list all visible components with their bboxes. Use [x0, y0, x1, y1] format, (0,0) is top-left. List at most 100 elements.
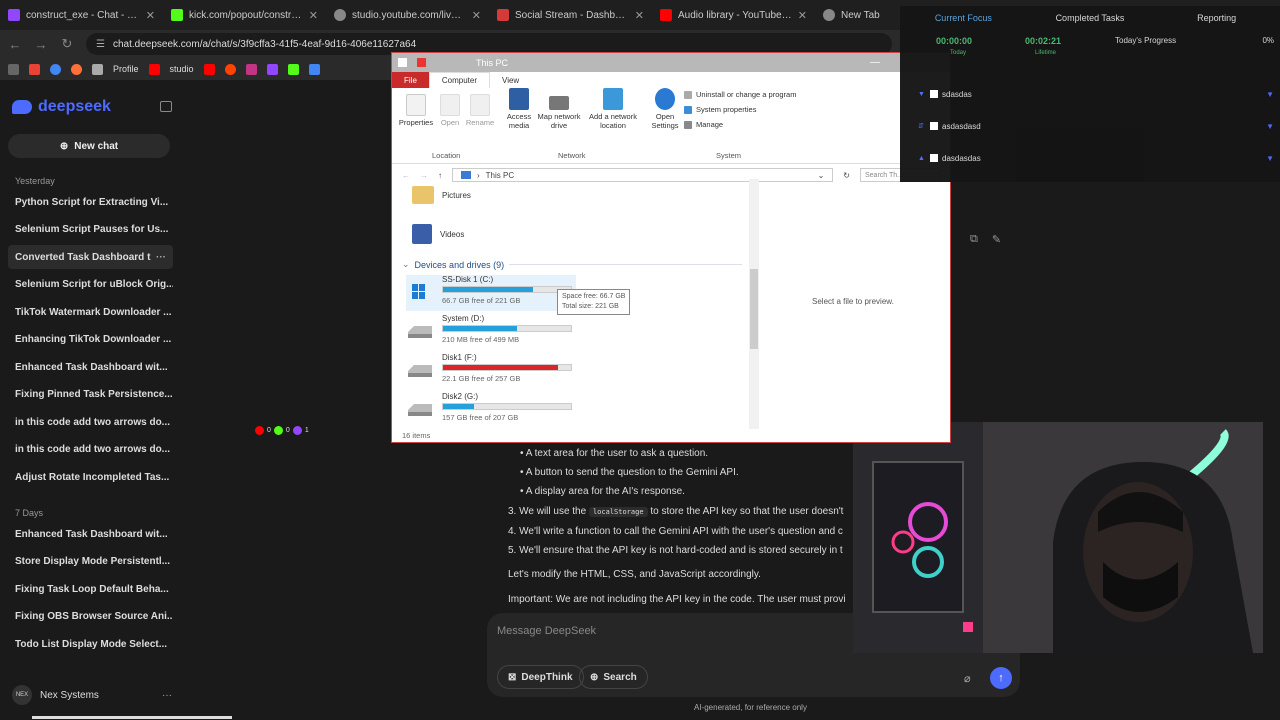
gmail-icon[interactable]: [29, 63, 40, 75]
chevron-down-icon[interactable]: ⌄: [818, 171, 825, 180]
history-item[interactable]: Selenium Script Pauses for Us...: [8, 217, 173, 241]
access-media-button[interactable]: Access media: [502, 88, 536, 130]
chevron-down-icon[interactable]: ▼: [1266, 154, 1274, 163]
uninstall-program-link[interactable]: Uninstall or change a program: [684, 90, 796, 99]
copy-icon[interactable]: ⧉: [970, 233, 978, 246]
history-item[interactable]: Adjust Rotate Incompleted Tas...: [8, 465, 173, 489]
twitch-icon[interactable]: [266, 63, 278, 75]
open-button[interactable]: Open: [438, 94, 462, 127]
move-arrows-icon[interactable]: ⇵: [918, 122, 926, 130]
deepthink-button[interactable]: ⊠ DeepThink: [497, 665, 584, 689]
drive-item[interactable]: Disk2 (G:) 157 GB free of 207 GB: [406, 392, 576, 428]
edit-icon[interactable]: ✎: [992, 233, 1001, 246]
chevron-down-icon[interactable]: ▼: [1266, 90, 1274, 99]
task-checkbox[interactable]: [930, 90, 938, 98]
site-info-icon[interactable]: ☰: [96, 39, 105, 50]
firefox-icon[interactable]: [71, 63, 82, 75]
deepseek-logo[interactable]: deepseek: [12, 98, 111, 116]
drives-group-header[interactable]: ⌄ Devices and drives (9): [402, 259, 742, 270]
system-properties-link[interactable]: System properties: [684, 105, 756, 114]
browser-tab[interactable]: Social Stream - Dashboard ✕: [489, 0, 652, 30]
user-profile[interactable]: NEX Nex Systems ···: [12, 685, 172, 705]
search-button[interactable]: ⊕ Search: [579, 665, 648, 689]
map-network-drive-button[interactable]: Map network drive: [534, 88, 584, 130]
history-item[interactable]: in this code add two arrows do...: [8, 410, 173, 434]
close-tab-icon[interactable]: ✕: [472, 9, 481, 22]
docs-icon[interactable]: [308, 63, 320, 75]
task-checkbox[interactable]: [930, 154, 938, 162]
attach-icon[interactable]: ⌀: [964, 672, 971, 685]
history-item[interactable]: TikTok Watermark Downloader ...: [8, 300, 173, 324]
quick-access-icon[interactable]: [417, 58, 426, 67]
manage-link[interactable]: Manage: [684, 120, 723, 129]
history-item[interactable]: Todo List Display Mode Select...: [8, 632, 173, 656]
browser-tab[interactable]: Audio library - YouTube Studio✕: [652, 0, 815, 30]
move-up-icon[interactable]: ▲: [918, 155, 926, 162]
youtube-icon[interactable]: [148, 63, 160, 75]
history-item[interactable]: Enhancing TikTok Downloader ...: [8, 327, 173, 351]
minimize-icon[interactable]: —: [870, 57, 880, 68]
task-row[interactable]: ▼ sdasdas ▼: [918, 84, 1274, 104]
tab-view[interactable]: View: [490, 72, 531, 88]
send-button[interactable]: ↑: [990, 667, 1012, 689]
properties-button[interactable]: Properties: [398, 94, 434, 127]
youtube-icon[interactable]: [203, 63, 215, 75]
more-options-icon[interactable]: ···: [156, 252, 166, 263]
close-tab-icon[interactable]: ✕: [635, 9, 644, 22]
task-checkbox[interactable]: [930, 122, 938, 130]
reddit-icon[interactable]: [224, 63, 236, 75]
history-item[interactable]: Fixing Pinned Task Persistence...: [8, 382, 173, 406]
history-item[interactable]: Python Script for Extracting Vi...: [8, 190, 173, 214]
browser-tab[interactable]: kick.com/popout/construct-exe✕: [163, 0, 326, 30]
new-chat-button[interactable]: ⊕ New chat: [8, 134, 170, 158]
folder-item[interactable]: Pictures: [412, 186, 471, 204]
up-icon[interactable]: ↑: [438, 171, 442, 180]
tab-reporting[interactable]: Reporting: [1153, 13, 1280, 23]
bookmark-profile[interactable]: Profile: [113, 64, 139, 74]
close-tab-icon[interactable]: ✕: [798, 9, 807, 22]
forward-icon[interactable]: →: [34, 37, 48, 52]
scrollbar-thumb[interactable]: [750, 269, 758, 349]
kick-icon[interactable]: [287, 63, 299, 75]
open-settings-button[interactable]: Open Settings: [648, 88, 682, 130]
back-icon[interactable]: ←: [8, 37, 22, 52]
bookmark-studio[interactable]: studio: [170, 64, 194, 74]
more-options-icon[interactable]: ···: [162, 690, 172, 701]
history-item[interactable]: Selenium Script for uBlock Orig...: [8, 272, 173, 296]
folder-icon[interactable]: [92, 63, 103, 75]
folder-item[interactable]: Videos: [412, 224, 464, 244]
forward-icon[interactable]: →: [420, 171, 428, 180]
reload-icon[interactable]: ↻: [60, 36, 74, 52]
task-row[interactable]: ▲ dasdasdas ▼: [918, 148, 1274, 168]
history-item-active[interactable]: Converted Task Dashboard t ···: [8, 245, 173, 269]
move-down-icon[interactable]: ▼: [918, 91, 926, 98]
drive-item[interactable]: System (D:) 210 MB free of 499 MB: [406, 314, 576, 350]
drive-item[interactable]: Disk1 (F:) 22.1 GB free of 257 GB: [406, 353, 576, 389]
history-item[interactable]: Enhanced Task Dashboard wit...: [8, 355, 173, 379]
browser-tab[interactable]: studio.youtube.com/live_chat✕: [326, 0, 489, 30]
history-item[interactable]: Fixing Task Loop Default Beha...: [8, 577, 173, 601]
tab-current-focus[interactable]: Current Focus: [900, 13, 1027, 23]
message-input[interactable]: Message DeepSeek: [497, 625, 596, 637]
history-item[interactable]: Enhanced Task Dashboard wit...: [8, 522, 173, 546]
chevron-down-icon[interactable]: ▼: [1266, 122, 1274, 131]
apps-icon[interactable]: [8, 63, 19, 75]
back-icon[interactable]: ←: [402, 171, 410, 180]
browser-tab[interactable]: construct_exe - Chat - Twitch✕: [0, 0, 163, 30]
tab-completed-tasks[interactable]: Completed Tasks: [1027, 13, 1154, 23]
breadcrumb[interactable]: › This PC ⌄: [452, 168, 834, 182]
add-network-location-button[interactable]: Add a network location: [586, 88, 640, 130]
history-item[interactable]: Fixing OBS Browser Source Ani...: [8, 604, 173, 628]
rename-button[interactable]: Rename: [464, 94, 496, 127]
tab-computer[interactable]: Computer: [428, 72, 491, 88]
history-item[interactable]: Store Display Mode Persistentl...: [8, 549, 173, 573]
instagram-icon[interactable]: [245, 63, 257, 75]
tab-file[interactable]: File: [392, 72, 429, 88]
collapse-sidebar-icon[interactable]: [160, 101, 172, 112]
scrollbar[interactable]: [749, 179, 759, 429]
task-row[interactable]: ⇵ asdasdasd ▼: [918, 116, 1274, 136]
chrome-icon[interactable]: [50, 63, 61, 75]
close-tab-icon[interactable]: ✕: [146, 9, 155, 22]
refresh-icon[interactable]: ↻: [843, 171, 850, 180]
history-item[interactable]: in this code add two arrows do...: [8, 437, 173, 461]
